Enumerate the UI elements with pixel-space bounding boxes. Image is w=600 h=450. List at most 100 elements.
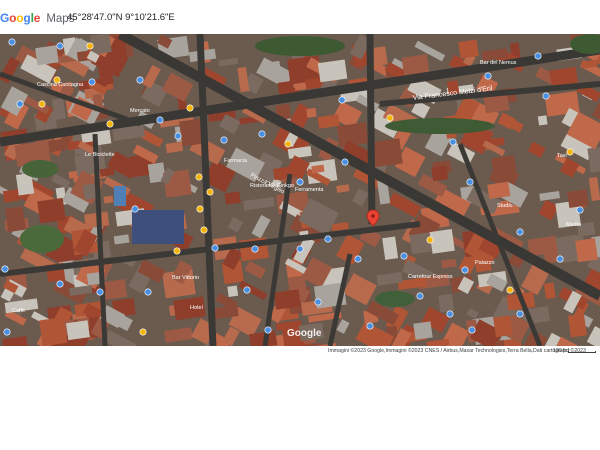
poi-pin-icon[interactable] <box>243 286 251 294</box>
satellite-imagery[interactable]: Via Francesco Melzi d'Eril Piazza Virgil… <box>0 34 600 346</box>
poi-pin-icon[interactable] <box>264 326 272 334</box>
poi-pin-icon[interactable] <box>446 310 454 318</box>
food-poi-pin-icon[interactable] <box>38 100 46 108</box>
place-label[interactable]: Palazzo <box>475 260 495 266</box>
poi-pin-icon[interactable] <box>416 292 424 300</box>
rooftop <box>370 138 403 168</box>
rooftop <box>487 181 511 199</box>
tree-cluster <box>22 160 58 178</box>
rooftop <box>66 320 90 341</box>
poi-pin-icon[interactable] <box>366 322 374 330</box>
place-label[interactable]: Cascina Cuccagna <box>37 82 84 88</box>
logo-letter: e <box>33 11 41 25</box>
satellite-map[interactable]: Via Francesco Melzi d'Eril Piazza Virgil… <box>0 34 600 346</box>
logo-letter: g <box>23 11 31 25</box>
place-label[interactable]: Le Biciclette <box>85 152 115 158</box>
poi-pin-icon[interactable] <box>314 298 322 306</box>
poi-pin-icon[interactable] <box>516 310 524 318</box>
place-label[interactable]: Studio <box>497 203 513 209</box>
food-poi-pin-icon[interactable] <box>196 205 204 213</box>
poi-pin-icon[interactable] <box>211 244 219 252</box>
blank-area <box>0 358 600 450</box>
place-label[interactable]: Ferramenta <box>295 187 324 193</box>
tree-cluster <box>255 36 345 56</box>
poi-pin-icon[interactable] <box>56 280 64 288</box>
header-bar: Google Maps 45°28'47.0"N 9°10'21.6"E <box>0 0 600 34</box>
poi-pin-icon[interactable] <box>258 130 266 138</box>
poi-pin-icon[interactable] <box>461 266 469 274</box>
food-poi-pin-icon[interactable] <box>195 173 203 181</box>
map-attribution: Immagini ©2023 Google,Immagini ©2023 CNE… <box>328 348 586 354</box>
rooftop <box>86 272 102 286</box>
poi-pin-icon[interactable] <box>341 158 349 166</box>
poi-pin-icon[interactable] <box>251 245 259 253</box>
rooftop <box>317 59 348 83</box>
poi-pin-icon[interactable] <box>484 72 492 80</box>
poi-pin-icon[interactable] <box>3 328 11 336</box>
rooftop <box>491 155 518 180</box>
poi-pin-icon[interactable] <box>296 178 304 186</box>
poi-pin-icon[interactable] <box>556 255 564 263</box>
food-poi-pin-icon[interactable] <box>284 140 292 148</box>
poi-pin-icon[interactable] <box>220 136 228 144</box>
food-poi-pin-icon[interactable] <box>173 247 181 255</box>
poi-pin-icon[interactable] <box>16 100 24 108</box>
place-label[interactable]: Carrefour Express <box>408 274 453 280</box>
food-poi-pin-icon[interactable] <box>426 236 434 244</box>
scale-bar <box>568 351 596 353</box>
poi-pin-icon[interactable] <box>542 92 550 100</box>
solar-panels <box>132 210 184 244</box>
rooftop <box>409 232 432 255</box>
place-label[interactable]: Bar del Nemus <box>480 60 517 66</box>
place-label[interactable]: Hotel <box>190 305 203 311</box>
poi-pin-icon[interactable] <box>468 326 476 334</box>
food-poi-pin-icon[interactable] <box>386 114 394 122</box>
place-label[interactable]: Caffè <box>12 308 25 314</box>
place-label[interactable]: Farmacia <box>224 158 248 164</box>
poi-pin-icon[interactable] <box>324 235 332 243</box>
poi-pin-icon[interactable] <box>516 228 524 236</box>
rooftop <box>4 206 26 233</box>
coordinates-text: 45°28'47.0"N 9°10'21.6"E <box>67 12 175 23</box>
poi-pin-icon[interactable] <box>56 42 64 50</box>
poi-pin-icon[interactable] <box>1 265 9 273</box>
food-poi-pin-icon[interactable] <box>506 286 514 294</box>
food-poi-pin-icon[interactable] <box>200 226 208 234</box>
poi-pin-icon[interactable] <box>354 255 362 263</box>
poi-pin-icon[interactable] <box>88 78 96 86</box>
rooftop <box>2 189 21 203</box>
place-label[interactable]: Media <box>566 222 582 228</box>
place-label[interactable]: Ristorante Ginkgo <box>250 183 294 189</box>
food-poi-pin-icon[interactable] <box>139 328 147 336</box>
google-maps-logo[interactable]: Google Maps <box>0 11 74 26</box>
food-poi-pin-icon[interactable] <box>106 120 114 128</box>
food-poi-pin-icon[interactable] <box>566 148 574 156</box>
place-label[interactable]: Bar Vittorio <box>172 275 199 281</box>
poi-pin-icon[interactable] <box>136 76 144 84</box>
poi-pin-icon[interactable] <box>576 206 584 214</box>
poi-pin-icon[interactable] <box>296 245 304 253</box>
poi-pin-icon[interactable] <box>338 96 346 104</box>
place-label[interactable]: Taxi <box>557 153 567 159</box>
rooftop <box>537 115 548 126</box>
place-label[interactable]: Mercato <box>130 108 150 114</box>
rooftop <box>575 238 598 263</box>
poi-pin-icon[interactable] <box>156 116 164 124</box>
rooftop <box>568 313 587 338</box>
poi-pin-icon[interactable] <box>466 178 474 186</box>
poi-pin-icon[interactable] <box>144 288 152 296</box>
food-poi-pin-icon[interactable] <box>86 42 94 50</box>
poi-pin-icon[interactable] <box>131 205 139 213</box>
rooftop <box>413 321 433 340</box>
poi-pin-icon[interactable] <box>8 38 16 46</box>
poi-pin-icon[interactable] <box>534 52 542 60</box>
rooftop <box>224 191 241 205</box>
scale-label: 100 pd <box>553 348 569 354</box>
poi-pin-icon[interactable] <box>400 252 408 260</box>
tree-cluster <box>20 225 64 253</box>
food-poi-pin-icon[interactable] <box>206 188 214 196</box>
poi-pin-icon[interactable] <box>449 138 457 146</box>
food-poi-pin-icon[interactable] <box>186 104 194 112</box>
poi-pin-icon[interactable] <box>96 288 104 296</box>
poi-pin-icon[interactable] <box>174 132 182 140</box>
